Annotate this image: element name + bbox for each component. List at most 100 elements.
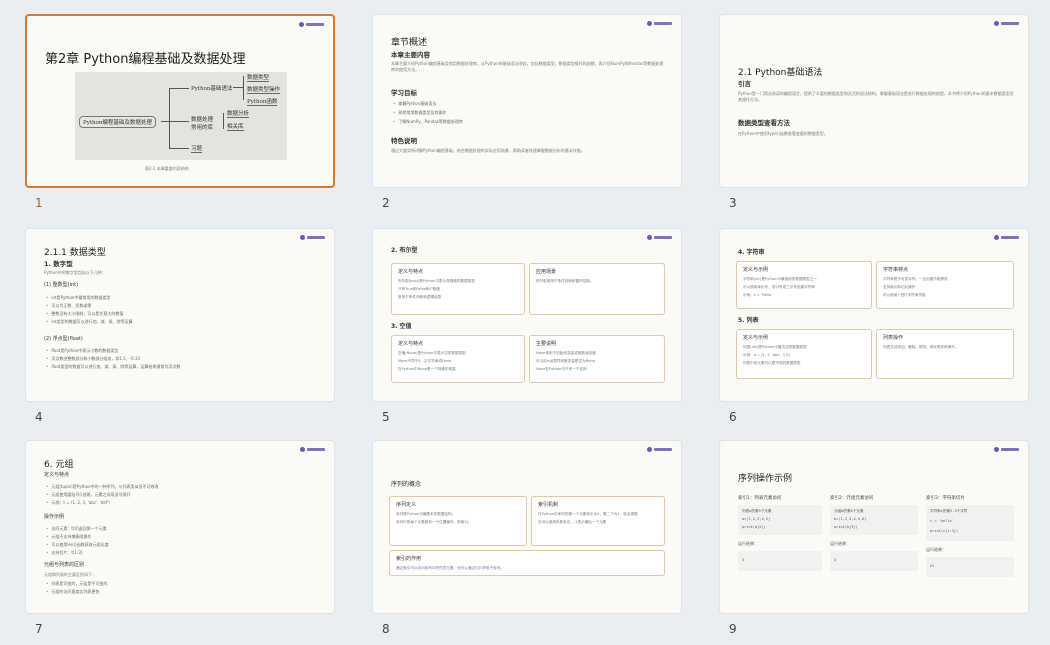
code-line: a=[1,2,3,4,5]: [742, 517, 771, 521]
list-item: 元组使用圆括号()创建，元素之间用逗号隔开: [46, 492, 130, 498]
list-item: int类型的数据可以进行加、减、乘、除等运算: [46, 319, 132, 325]
list-item: 可以使用len()函数获取元组长度: [46, 542, 108, 548]
slide-thumbnail-5[interactable]: 2. 布尔型 定义与特点 布尔型(bool)是Python中表示真假值的数据类型…: [372, 228, 682, 402]
content-box: 定义与特点 布尔型(bool)是Python中表示真假值的数据类型 只有True…: [391, 263, 525, 315]
university-logo: [300, 234, 326, 241]
result-block: el: [926, 557, 1014, 577]
slide-sorter-grid: 第2章 Python编程基础及数据处理 Python编程基础及数据处理 Pyth…: [0, 0, 1050, 645]
box-heading: 索引的作用: [396, 556, 422, 562]
section-heading: 5. 列表: [738, 317, 759, 324]
slide-title: 第2章 Python编程基础及数据处理: [45, 52, 246, 67]
mind-map-leaf: 相关库: [227, 124, 244, 131]
slide-thumbnail-3[interactable]: 2.1 Python基础语法 引言 Python是一门简洁易读的编程语言，提供了…: [719, 14, 1029, 188]
code-comment: 元组b的第4个元素: [834, 509, 864, 513]
slide-thumbnail-2[interactable]: 章节概述 本章主要内容 本章主要介绍Python编程基础及常用数据处理库。从Py…: [372, 14, 682, 188]
mind-map-branch-exercises: 习题: [191, 146, 203, 153]
list-item: None常用于初始化变量或函数返回值: [536, 351, 596, 355]
list-item: 可以用is运算符判断变量是否为None: [536, 359, 595, 363]
mind-map-leaf: 数据类型: [247, 75, 270, 82]
code-line: print(b[3]): [834, 525, 858, 529]
list-item: 常用于条件判断和逻辑运算: [398, 295, 442, 299]
content-box: 定义与特点 空值(None)是Python中表示空的数据类型 None不同于0、…: [391, 335, 525, 383]
notes-text: 通过大量实例讲解Python编程基础，结合数据处理的实际应用场景，帮助读者快速掌…: [391, 148, 585, 153]
slide-number-7: 7: [35, 622, 43, 636]
slide-thumbnail-8[interactable]: 序列的概念 序列定义 序列是Python中最基本的数据结构。 序列中的每个元素都…: [372, 440, 682, 614]
content-box: 定义与示例 字符串(str)是Python中最常用的数据类型之一 可以使用单引号…: [736, 261, 872, 309]
section-heading: 数据类型查看方法: [738, 119, 790, 127]
slide-number-2: 2: [382, 196, 390, 210]
list-item: 布尔型常用于条件判断和循环控制。: [536, 279, 594, 283]
list-item: 示例：a = [1, 2, 'abc', 3.5]: [743, 353, 790, 357]
section-heading: 学习目标: [391, 89, 417, 97]
slide-title: 2.1 Python基础语法: [738, 68, 823, 78]
university-logo: [299, 21, 325, 28]
list-item: 在Python中None是一个特殊的常量: [398, 367, 456, 371]
mind-map-diagram: Python编程基础及数据处理 Python基础语法 数据类型 数据类型操作 P…: [75, 72, 287, 160]
result-label: 运行结果：: [738, 541, 758, 546]
slide-title: 2. 布尔型: [391, 247, 418, 254]
intro-text: Python是一门简洁易读的编程语言，提供了丰富的数据类型和灵活的语法结构。掌握…: [738, 91, 1014, 102]
list-item: float类型的数据可以进行加、减、乘、除等运算，运算结果通常为浮点数: [46, 364, 180, 370]
mind-map-branch-syntax: Python基础语法: [191, 86, 233, 92]
slide-number-4: 4: [35, 410, 43, 424]
slide-subtitle: 1. 数字型: [44, 260, 73, 268]
section-text: 元组和列表的主要区别如下：: [44, 572, 96, 577]
list-item: float是Python中表示小数的数据类型: [46, 348, 118, 354]
list-item: 空值(None)是Python中表示空的数据类型: [398, 351, 466, 355]
slide-number-5: 5: [382, 410, 390, 424]
result-value: 3: [742, 558, 745, 562]
box-heading: 定义与特点: [398, 269, 424, 275]
intro-text: 本章主要介绍Python编程基础及常用数据处理库。从Python的基础语法讲起，…: [391, 61, 664, 72]
list-item: 布尔型(bool)是Python中表示真假值的数据类型: [398, 279, 475, 283]
university-logo: [994, 234, 1020, 241]
slide-thumbnail-9[interactable]: 序列操作示例 索引1：列表元素访问 列表a的第3个元素 a=[1,2,3,4,5…: [719, 440, 1029, 614]
list-item: 访问元素：t[0]返回第一个元素: [46, 526, 106, 532]
list-item: 支持切片：t[1:3]: [46, 550, 82, 556]
slide-subtitle: 引言: [738, 80, 751, 88]
list-item: 只有True和False两个取值: [398, 287, 440, 291]
result-value: 4: [834, 558, 837, 562]
content-box: 字符串特点 字符串是不可变序列，一旦创建不能修改 支持索引和切片操作 可以使用+…: [876, 261, 1014, 309]
box-heading: 索引机制: [538, 502, 559, 508]
result-block: 4: [830, 551, 918, 571]
result-label: 运行结果：: [926, 547, 946, 552]
list-item: 列表支持添加、删除、修改、排序等多种操作。: [883, 345, 959, 349]
list-item: 通过索引可以访问序列中的任意元素，也可以通过切片获取子序列。: [396, 566, 504, 570]
result-value: el: [930, 564, 935, 568]
section-heading: 元组与列表的区别: [44, 562, 85, 568]
content-box: 定义与示例 列表(list)是Python中最灵活的数据类型 示例：a = [1…: [736, 329, 872, 379]
section-heading: 操作示例: [44, 514, 65, 520]
section-heading: (2) 浮点型(float): [44, 336, 83, 342]
slide-thumbnail-7[interactable]: 6. 元组 定义与特点 元组(tuple)是Python中的一种序列，与列表类似…: [25, 440, 335, 614]
slide-number-3: 3: [729, 196, 737, 210]
mind-map-leaf: Python函数: [247, 99, 278, 106]
slide-title: 6. 元组: [44, 460, 74, 470]
slide-thumbnail-4[interactable]: 2.1.1 数据类型 1. 数字型 Python中的数字型包括以下几种： (1)…: [25, 228, 335, 402]
section-heading: 3. 空值: [391, 323, 412, 330]
university-logo: [647, 234, 673, 241]
slide-title: 2.1.1 数据类型: [44, 248, 106, 258]
list-item: 也可以使用负数索引，-1表示最后一个元素: [538, 520, 607, 524]
list-item: None不同于0、空字符串或False: [398, 359, 452, 363]
mind-map-branch-libs: 数据处理: [191, 117, 214, 123]
slide-title: 4. 字符串: [738, 249, 765, 256]
slide-subtitle: 本章主要内容: [391, 51, 430, 59]
slide-thumbnail-6[interactable]: 4. 字符串 定义与示例 字符串(str)是Python中最常用的数据类型之一 …: [719, 228, 1029, 402]
box-heading: 定义与示例: [743, 335, 769, 341]
code-line: print(c[1:3]): [930, 529, 959, 533]
code-block: 列表a的第3个元素 a=[1,2,3,4,5] print(a[2]): [738, 505, 822, 535]
list-item: 字符串是不可变序列，一旦创建不能修改: [883, 277, 948, 281]
slide-thumbnail-1[interactable]: 第2章 Python编程基础及数据处理 Python编程基础及数据处理 Pyth…: [25, 14, 335, 188]
code-block: 元组b的第4个元素 b=(1,2,3,4,5,6) print(b[3]): [830, 505, 918, 535]
figure-caption: 图2-1 本章重要内容结构: [145, 166, 189, 171]
list-item: 掌握Python基础语法: [393, 101, 436, 107]
box-heading: 定义与特点: [398, 341, 424, 347]
university-logo: [994, 20, 1020, 27]
list-item: 可以使用+进行字符串拼接: [883, 293, 926, 297]
section-heading: (1) 整数型(int): [44, 282, 79, 288]
list-item: 支持索引和切片操作: [883, 285, 916, 289]
content-box: 应用场景 布尔型常用于条件判断和循环控制。: [529, 263, 665, 315]
list-item: 可以使用单引号、双引号或三引号创建字符串: [743, 285, 815, 289]
university-logo: [300, 446, 326, 453]
box-heading: 序列定义: [396, 502, 417, 508]
